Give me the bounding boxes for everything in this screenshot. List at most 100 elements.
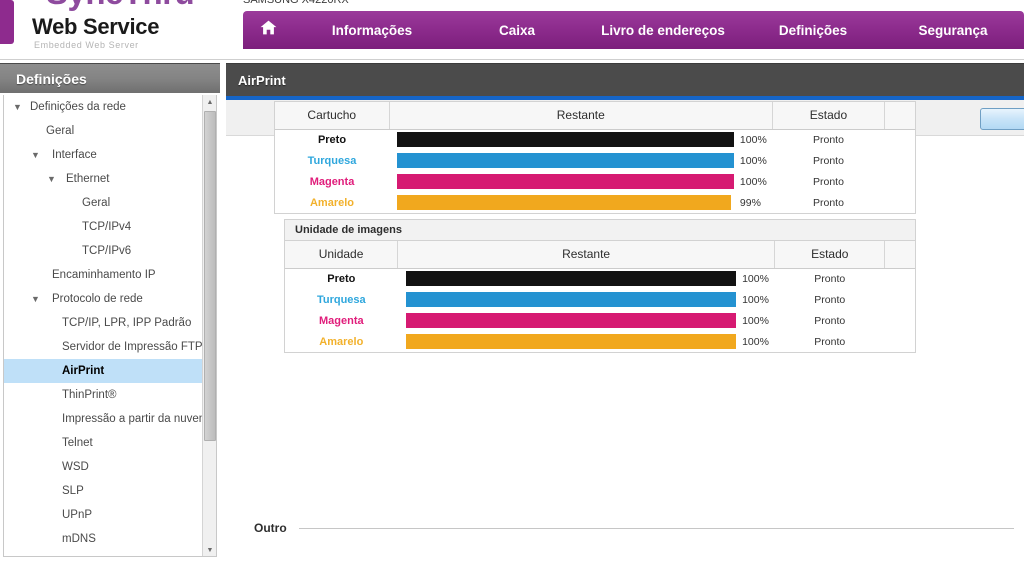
supply-row-spacer <box>885 310 915 331</box>
table-header-row: Unidade Restante Estado <box>285 241 915 269</box>
supply-state: Pronto <box>814 293 846 306</box>
sidebar-item-interface[interactable]: ▼ Interface <box>4 143 204 167</box>
supply-row-spacer <box>885 331 915 352</box>
toner-supplies-panel: Cartucho Restante Estado Preto 100% Pronto… <box>274 101 916 214</box>
supply-level-bar-fill <box>405 313 737 328</box>
supply-row-spacer <box>885 268 915 289</box>
column-header-unidade: Unidade <box>285 241 399 269</box>
nav-item-definicoes[interactable]: Definições <box>743 23 883 38</box>
sidebar-item-label: AirPrint <box>62 365 105 377</box>
scrollbar-thumb[interactable] <box>204 111 216 441</box>
nav-item-caixa[interactable]: Caixa <box>451 23 583 38</box>
table-row: Preto 100% Pronto <box>275 129 915 150</box>
sidebar-item-label: Geral <box>82 197 111 209</box>
apply-button[interactable] <box>980 108 1024 130</box>
supply-state: Pronto <box>814 272 846 285</box>
sidebar-item-ethernet[interactable]: ▼ Ethernet <box>4 167 204 191</box>
sidebar-item-label: Servidor de Impressão FTP <box>62 341 203 353</box>
sidebar-item-tcp-ipv4[interactable]: TCP/IPv4 <box>4 215 204 239</box>
supply-row-spacer <box>884 171 915 192</box>
sidebar-item-slp[interactable]: SLP <box>4 479 204 503</box>
chevron-down-icon[interactable]: ▼ <box>47 174 56 184</box>
table-row: Amarelo 99% Pronto <box>275 192 915 213</box>
sidebar-item-label: Telnet <box>62 437 93 449</box>
supply-name: Preto <box>317 133 347 146</box>
sidebar-item-defini-es-da-rede[interactable]: ▼ Definições da rede <box>4 95 204 119</box>
sidebar-item-airprint[interactable]: AirPrint <box>4 359 204 383</box>
column-header-estado: Estado <box>772 102 885 130</box>
supply-level-bar-fill <box>397 153 734 168</box>
sidebar-item-mdns[interactable]: mDNS <box>4 527 204 551</box>
supply-level-bar-fill <box>397 132 734 148</box>
sidebar-item-upnp[interactable]: UPnP <box>4 503 204 527</box>
sidebar-item-geral[interactable]: Geral <box>4 191 204 215</box>
column-header-estado: Estado <box>774 241 886 269</box>
table-row: Amarelo 100% Pronto <box>285 331 915 352</box>
supply-percent: 100% <box>742 293 769 306</box>
supply-state: Pronto <box>812 175 844 188</box>
nav-item-informacoes[interactable]: Informações <box>293 23 451 38</box>
sidebar-item-label: Impressão a partir da nuvem Go <box>62 413 217 425</box>
sidebar: Definições ▼ Definições da rede Geral ▼ Inte… <box>0 63 220 563</box>
imaging-unit-panel: Unidade de imagens Unidade Restante Esta… <box>284 219 916 353</box>
nav-item-livro-de-enderecos[interactable]: Livro de endereços <box>583 23 743 38</box>
sidebar-item-tcp-ip-lpr-ipp-padr-o[interactable]: TCP/IP, LPR, IPP Padrão <box>4 311 204 335</box>
supply-percent: 100% <box>742 335 769 348</box>
supply-percent: 99% <box>739 196 761 209</box>
sidebar-item-label: Protocolo de rede <box>52 293 143 305</box>
sidebar-scrollbar[interactable]: ▲ ▼ <box>202 95 216 556</box>
table-row: Magenta 100% Pronto <box>285 310 915 331</box>
supply-percent: 100% <box>739 154 767 167</box>
supply-level-bar <box>389 171 740 192</box>
sidebar-item-wsd[interactable]: WSD <box>4 455 204 479</box>
column-header-restante: Restante <box>397 241 776 269</box>
sidebar-item-tcp-ipv6[interactable]: TCP/IPv6 <box>4 239 204 263</box>
outro-section-header: Outro <box>254 521 1014 535</box>
chevron-down-icon[interactable]: ▼ <box>31 294 40 304</box>
sidebar-item-servidor-de-impress-o-ftp[interactable]: Servidor de Impressão FTP <box>4 335 204 359</box>
sidebar-item-impress-o-a-partir-da-nuvem-go[interactable]: Impressão a partir da nuvem Go <box>4 407 216 431</box>
sidebar-item-protocolo-de-rede[interactable]: ▼ Protocolo de rede <box>4 287 204 311</box>
outro-divider <box>298 527 1014 529</box>
supply-percent: 100% <box>739 175 767 188</box>
brand-tagline: Embedded Web Server <box>34 40 139 50</box>
supply-level-bar <box>389 129 740 150</box>
supply-level-bar <box>398 331 742 352</box>
supply-percent: 100% <box>742 314 769 327</box>
scroll-down-icon[interactable]: ▼ <box>203 543 216 556</box>
sidebar-item-telnet[interactable]: Telnet <box>4 431 204 455</box>
nav-home-button[interactable] <box>243 20 293 40</box>
supply-row-spacer <box>884 129 915 150</box>
supply-state: Pronto <box>812 133 844 146</box>
sidebar-item-label: ThinPrint® <box>62 389 117 401</box>
content-body: Cartucho Restante Estado Preto 100% Pronto… <box>226 100 1024 563</box>
brand-name-secondary: Web Service <box>32 14 160 39</box>
supply-name: Amarelo <box>309 196 355 209</box>
supply-level-bar-fill <box>405 271 737 287</box>
supply-name: Preto <box>327 272 356 285</box>
sidebar-item-geral[interactable]: Geral <box>4 119 204 143</box>
supply-name: Turquesa <box>316 293 366 306</box>
sidebar-header: Definições <box>0 63 220 93</box>
supply-state: Pronto <box>814 314 846 327</box>
sidebar-item-thinprint[interactable]: ThinPrint® <box>4 383 204 407</box>
sidebar-item-encaminhamento-ip[interactable]: Encaminhamento IP <box>4 263 204 287</box>
sidebar-item-label: SLP <box>62 485 84 497</box>
sidebar-title: Definições <box>16 70 87 87</box>
column-header-restante: Restante <box>389 102 774 130</box>
toner-supplies-table: Cartucho Restante Estado Preto 100% Pronto… <box>275 102 915 213</box>
top-bar: SyncThru Web Service Embedded Web Server… <box>0 0 1024 60</box>
sidebar-item-label: Geral <box>46 125 75 137</box>
supply-level-bar-fill <box>405 334 737 349</box>
supply-name: Turquesa <box>307 154 357 167</box>
nav-item-seguranca[interactable]: Segurança <box>883 23 1023 38</box>
sidebar-item-label: Definições da rede <box>30 101 126 113</box>
main-nav: Informações Caixa Livro de endereços Def… <box>243 11 1024 49</box>
sidebar-item-label: TCP/IPv6 <box>82 245 132 257</box>
chevron-down-icon[interactable]: ▼ <box>31 150 40 160</box>
sidebar-item-label: mDNS <box>62 533 96 545</box>
scroll-up-icon[interactable]: ▲ <box>203 95 216 109</box>
sidebar-item-label: UPnP <box>62 509 93 521</box>
chevron-down-icon[interactable]: ▼ <box>13 102 22 112</box>
column-header-spacer <box>884 241 915 269</box>
